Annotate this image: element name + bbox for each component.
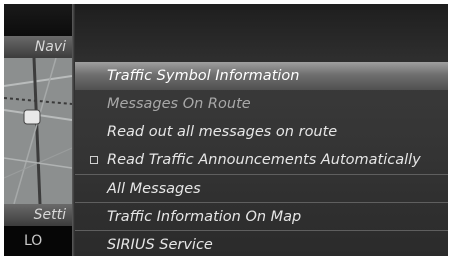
side-panel-header bbox=[4, 4, 72, 36]
map-preview bbox=[4, 58, 72, 204]
menu-item-messages-on-route: Messages On Route bbox=[75, 90, 448, 118]
menu-item-label: All Messages bbox=[107, 181, 201, 197]
source-label: LO bbox=[4, 226, 72, 256]
menu-header-area bbox=[75, 4, 448, 62]
menu-item-label: Read out all messages on route bbox=[107, 124, 338, 140]
side-panel: Navi Setti LO bbox=[4, 4, 72, 256]
menu-item-all-messages[interactable]: All Messages bbox=[75, 174, 448, 202]
menu-item-traffic-information-on-map[interactable]: Traffic Information On Map bbox=[75, 202, 448, 230]
menu-item-label: SIRIUS Service bbox=[107, 237, 213, 253]
traffic-menu: Traffic Symbol Information Messages On R… bbox=[75, 4, 448, 256]
head-unit-screen: Navi Setti LO Traffic Symbol Information… bbox=[4, 4, 448, 256]
menu-item-traffic-symbol-information[interactable]: Traffic Symbol Information bbox=[75, 62, 448, 90]
menu-item-label: Messages On Route bbox=[107, 96, 251, 112]
menu-item-label: Traffic Symbol Information bbox=[107, 68, 300, 84]
menu-item-label: Traffic Information On Map bbox=[107, 209, 302, 225]
menu-item-read-traffic-announcements[interactable]: Read Traffic Announcements Automatically bbox=[75, 146, 448, 174]
checkbox-unchecked-icon[interactable] bbox=[90, 156, 98, 164]
map-preview-graphic bbox=[4, 58, 72, 204]
navi-tab[interactable]: Navi bbox=[4, 36, 72, 58]
settings-tab[interactable]: Setti bbox=[4, 204, 72, 226]
menu-item-sirius-service[interactable]: SIRIUS Service bbox=[75, 230, 448, 256]
menu-item-read-out-all-messages[interactable]: Read out all messages on route bbox=[75, 118, 448, 146]
menu-item-label: Read Traffic Announcements Automatically bbox=[107, 152, 421, 168]
